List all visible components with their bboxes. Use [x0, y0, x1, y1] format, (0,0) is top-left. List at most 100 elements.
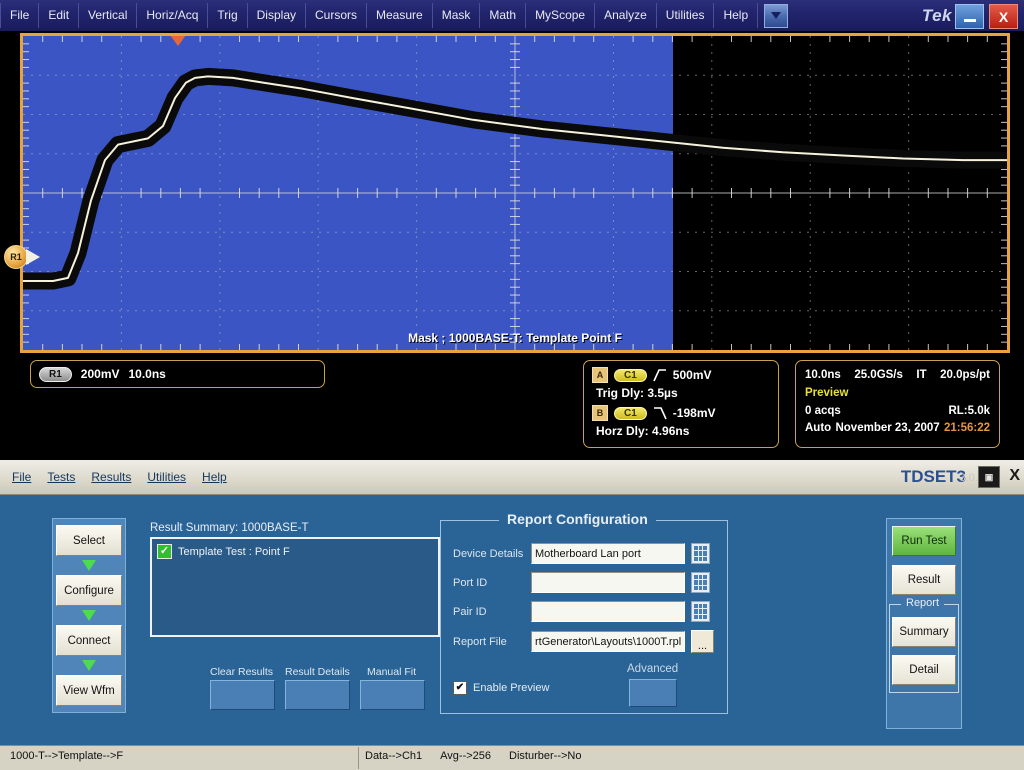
status-test-path: 1000-T-->Template-->F [10, 750, 124, 762]
acquisition-readout[interactable]: 10.0ns 25.0GS/s IT 20.0ps/pt Preview 0 a… [795, 360, 1000, 448]
scope-menu-overflow-button[interactable] [764, 3, 789, 28]
clear-results-button[interactable] [210, 680, 275, 710]
tdset3-menu-file[interactable]: File [12, 470, 31, 484]
enable-preview-checkbox[interactable]: ✔ [453, 681, 467, 695]
acq-preview-status: Preview [805, 386, 849, 399]
tdset3-menu-utilities[interactable]: Utilities [147, 470, 186, 484]
enable-preview-row[interactable]: ✔ Enable Preview [453, 681, 549, 695]
scope-menu-file[interactable]: File [0, 3, 40, 28]
tdset3-menu-help[interactable]: Help [202, 470, 227, 484]
tdset3-menu-tests[interactable]: Tests [47, 470, 75, 484]
advanced-label: Advanced [627, 663, 679, 675]
status-disturber: Disturber-->No [509, 750, 582, 762]
list-item[interactable]: ✓ Template Test : Point F [157, 544, 433, 559]
view-wfm-button[interactable]: View Wfm [56, 675, 122, 706]
tdset3-menu-results[interactable]: Results [91, 470, 131, 484]
reference-readout[interactable]: R1 200mV 10.0ns [30, 360, 325, 388]
select-button[interactable]: Select [56, 525, 122, 556]
acq-record-length: RL:5.0k [948, 404, 990, 417]
tdset3-maximize-button[interactable]: ▣ [978, 466, 1000, 488]
scope-menu-vertical[interactable]: Vertical [79, 3, 138, 28]
scope-readout-area: R1 200mV 10.0ns A C1 500mV Trig Dly: 3.5… [20, 356, 1010, 456]
waveform-trace [23, 67, 1007, 290]
scope-menu-analyze[interactable]: Analyze [595, 3, 657, 28]
trigger-a-level: 500mV [672, 368, 712, 382]
waveform-graticule[interactable]: Mask ; 1000BASE-T: Template Point F [20, 33, 1010, 353]
manual-fit-button[interactable] [360, 680, 425, 710]
acq-row-time: Auto November 23, 2007 21:56:22 [805, 420, 990, 438]
result-details-label: Result Details [285, 666, 350, 678]
ref-vertical-scale: 200mV [80, 367, 120, 381]
trigger-b-level: -198mV [672, 406, 716, 420]
scope-menu-horiz-acq[interactable]: Horiz/Acq [137, 3, 209, 28]
scope-close-button[interactable]: X [989, 4, 1018, 29]
scope-menu-cursors[interactable]: Cursors [306, 3, 368, 28]
device-details-input[interactable]: Motherboard Lan port [531, 543, 685, 564]
scope-menu-myscope[interactable]: MyScope [526, 3, 596, 28]
advanced-button[interactable] [629, 679, 677, 707]
report-file-row: Report File rtGenerator\Layouts\1000T.rp… [453, 630, 714, 653]
ref-horizontal-scale: 10.0ns [128, 367, 166, 381]
device-details-row: Device Details Motherboard Lan port [453, 543, 710, 564]
acq-resolution: 20.0ps/pt [940, 369, 990, 381]
report-file-browse-button[interactable]: ... [691, 630, 714, 653]
scope-menu-utilities[interactable]: Utilities [657, 3, 715, 28]
tdset3-close-button[interactable]: X [1009, 467, 1020, 485]
connect-button[interactable]: Connect [56, 625, 122, 656]
acq-mode: IT [916, 369, 927, 381]
result-pass-checkbox[interactable]: ✓ [157, 544, 172, 559]
detail-button[interactable]: Detail [892, 655, 956, 685]
configure-button[interactable]: Configure [56, 575, 122, 606]
result-details-button[interactable] [285, 680, 350, 710]
tdset3-status-bar: 1000-T-->Template-->F Data-->Ch1 Avg-->2… [0, 745, 1024, 770]
trigger-a-row: A C1 500mV [592, 367, 770, 383]
pair-id-label: Pair ID [453, 605, 487, 618]
trigger-delay-value: 3.5µs [647, 386, 678, 400]
reference-marker-label: R1 [4, 245, 28, 269]
result-action-buttons: Clear Results Result Details Manual Fit [210, 666, 425, 710]
run-test-button[interactable]: Run Test [892, 526, 956, 556]
status-acq-settings: Data-->Ch1 Avg-->256 Disturber-->No [365, 750, 581, 762]
result-summary-list[interactable]: ✓ Template Test : Point F [150, 537, 440, 637]
trigger-b-row: B C1 -198mV [592, 405, 770, 421]
enable-preview-label: Enable Preview [473, 682, 550, 694]
pair-id-input[interactable] [531, 601, 685, 622]
graticule-inner: Mask ; 1000BASE-T: Template Point F [23, 36, 1007, 350]
scope-menu-trig[interactable]: Trig [208, 3, 248, 28]
flow-arrow-icon-2 [82, 610, 96, 621]
falling-edge-icon [653, 406, 667, 419]
minimize-icon [963, 18, 976, 22]
scope-menu-display[interactable]: Display [248, 3, 306, 28]
acq-timebase: 10.0ns [805, 369, 841, 381]
clear-results-group: Clear Results [210, 666, 275, 710]
port-id-keypad-icon[interactable] [691, 572, 710, 593]
trigger-delay-label: Trig Dly: [596, 386, 645, 400]
scope-menu-mask[interactable]: Mask [433, 3, 481, 28]
trigger-position-marker[interactable] [170, 36, 186, 46]
scope-menu-edit[interactable]: Edit [39, 3, 80, 28]
summary-button[interactable]: Summary [892, 617, 956, 647]
port-id-input[interactable] [531, 572, 685, 593]
flow-arrow-icon-1 [82, 560, 96, 571]
scope-minimize-button[interactable] [955, 4, 984, 29]
pair-id-keypad-icon[interactable] [691, 601, 710, 622]
result-item-label: Template Test : Point F [178, 545, 290, 558]
flow-arrow-icon-3 [82, 660, 96, 671]
trigger-readout[interactable]: A C1 500mV Trig Dly: 3.5µs B C1 -198mV H… [583, 360, 779, 448]
report-file-input[interactable]: rtGenerator\Layouts\1000T.rpl [531, 631, 685, 652]
acq-row-timebase: 10.0ns 25.0GS/s IT 20.0ps/pt [805, 367, 990, 385]
reference-marker-arrow-icon [26, 249, 40, 265]
acq-trigger-mode: Auto [805, 422, 832, 435]
device-details-keypad-icon[interactable] [691, 543, 710, 564]
trigger-a-badge: A [592, 367, 608, 383]
result-button[interactable]: Result [892, 565, 956, 595]
acq-row-count: 0 acqs RL:5.0k [805, 403, 990, 421]
scope-menu-bar: File Edit Vertical Horiz/Acq Trig Displa… [0, 0, 1024, 31]
scope-menu-help[interactable]: Help [714, 3, 759, 28]
scope-menu-measure[interactable]: Measure [367, 3, 433, 28]
manual-fit-group: Manual Fit [360, 666, 425, 710]
tdset3-app-title: TDSET3 [900, 467, 966, 486]
scope-menu-math[interactable]: Math [480, 3, 527, 28]
result-summary-title: Result Summary: 1000BASE-T [150, 522, 309, 534]
reference-marker-r1[interactable]: R1 [4, 245, 40, 269]
